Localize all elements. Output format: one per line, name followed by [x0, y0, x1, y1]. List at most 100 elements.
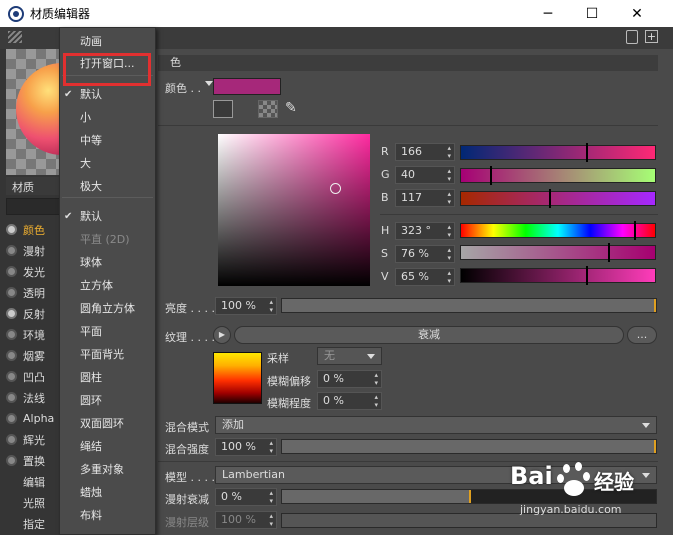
channel-toggle-radio[interactable] — [6, 329, 17, 340]
texture-more-button[interactable]: ... — [627, 326, 657, 344]
color-label: 颜色 . . — [165, 82, 201, 95]
menu-item[interactable]: 平面背光 — [60, 343, 155, 366]
menu-item[interactable]: 中等 — [60, 129, 155, 152]
menu-item[interactable]: 绳结 — [60, 435, 155, 458]
menu-item[interactable]: 立方体 — [60, 274, 155, 297]
menu-item[interactable]: 布料 — [60, 504, 155, 527]
h-input[interactable]: 323 ° — [395, 222, 455, 240]
channel-item[interactable]: 编辑 — [6, 471, 66, 492]
r-slider-handle[interactable] — [586, 143, 588, 162]
menu-item[interactable]: 小 — [60, 106, 155, 129]
texture-shader-button[interactable]: 衰减 — [234, 326, 624, 344]
color-picker-mode-icon[interactable] — [213, 100, 233, 118]
g-slider-handle[interactable] — [490, 166, 492, 185]
minimize-button[interactable]: ─ — [525, 0, 571, 27]
channel-toggle-radio[interactable] — [6, 371, 17, 382]
v-label: V — [381, 270, 389, 283]
b-slider[interactable] — [460, 189, 656, 208]
menu-item[interactable]: 平面 — [60, 320, 155, 343]
channel-item[interactable]: 环境 — [6, 324, 66, 345]
menu-item[interactable]: 圆角立方体 — [60, 297, 155, 320]
eyedropper-icon[interactable]: ✎ — [285, 100, 305, 118]
g-input[interactable]: 40 — [395, 166, 455, 184]
divider — [380, 214, 658, 215]
close-button[interactable]: ✕ — [614, 0, 660, 27]
menu-item[interactable]: 蜡烛 — [60, 481, 155, 504]
channel-toggle-radio[interactable] — [6, 308, 17, 319]
brightness-slider[interactable] — [281, 298, 657, 313]
channel-item[interactable]: 置换 — [6, 450, 66, 471]
mix-strength-slider[interactable] — [281, 439, 657, 454]
mix-strength-input[interactable]: 100 % — [215, 438, 277, 456]
channel-item[interactable]: 发光 — [6, 261, 66, 282]
blur-scale-label: 模糊程度 — [267, 397, 311, 410]
h-slider-handle[interactable] — [634, 221, 636, 240]
menu-item[interactable]: ✔ 默认 — [60, 205, 155, 228]
menu-item[interactable]: 圆环 — [60, 389, 155, 412]
v-slider-handle[interactable] — [586, 266, 588, 285]
menu-item[interactable]: 极大 — [60, 175, 155, 198]
material-name-field[interactable] — [6, 198, 66, 215]
channel-item[interactable]: 烟雾 — [6, 345, 66, 366]
channel-item[interactable]: 光照 — [6, 492, 66, 513]
menu-item[interactable]: 球体 — [60, 251, 155, 274]
channel-item[interactable]: Alpha — [6, 408, 66, 429]
channel-item[interactable]: 颜色 — [6, 219, 66, 240]
v-slider[interactable] — [460, 266, 656, 285]
g-slider[interactable] — [460, 166, 656, 185]
r-input[interactable]: 166 — [395, 143, 455, 161]
attributes-panel — [155, 49, 673, 535]
r-slider[interactable] — [460, 143, 656, 162]
channel-item[interactable]: 指定 — [6, 513, 66, 534]
blur-offset-input[interactable]: 0 % — [317, 370, 382, 388]
channel-toggle-radio[interactable] — [6, 287, 17, 298]
menu-item[interactable]: 大 — [60, 152, 155, 175]
channel-item[interactable]: 法线 — [6, 387, 66, 408]
lock-icon[interactable] — [626, 30, 638, 44]
channel-toggle-radio[interactable] — [6, 434, 17, 445]
mix-mode-select[interactable]: 添加 — [215, 416, 657, 434]
menu-item[interactable]: ✔ 默认 — [60, 83, 155, 106]
watermark-brand: Bai — [510, 462, 553, 490]
channel-item[interactable]: 透明 — [6, 282, 66, 303]
color-swatch[interactable] — [213, 78, 281, 95]
menu-item[interactable]: 圆柱 — [60, 366, 155, 389]
channel-toggle-radio[interactable] — [6, 350, 17, 361]
b-input[interactable]: 117 — [395, 189, 455, 207]
v-input[interactable]: 65 % — [395, 268, 455, 286]
channel-item[interactable]: 凹凸 — [6, 366, 66, 387]
channel-item[interactable]: 辉光 — [6, 429, 66, 450]
brightness-input[interactable]: 100 % — [215, 297, 277, 315]
channel-item[interactable]: 反射 — [6, 303, 66, 324]
color-mode-dropdown-icon[interactable] — [205, 81, 213, 86]
diffuse-falloff-input[interactable]: 0 % — [215, 488, 277, 506]
channel-toggle-radio[interactable] — [6, 413, 17, 424]
falloff-gradient-preview[interactable] — [213, 352, 262, 404]
saturation-value-field[interactable] — [218, 134, 370, 286]
texture-mode-icon[interactable] — [258, 100, 278, 118]
menu-item[interactable]: 动画 — [60, 30, 155, 53]
channel-toggle-radio[interactable] — [6, 224, 17, 235]
channel-item[interactable]: 漫射 — [6, 240, 66, 261]
b-slider-handle[interactable] — [549, 189, 551, 208]
channel-toggle-radio[interactable] — [6, 455, 17, 466]
menu-item[interactable]: 多重对象 — [60, 458, 155, 481]
new-panel-icon[interactable]: + — [645, 30, 658, 43]
sampling-select[interactable]: 无 — [317, 347, 382, 365]
channel-toggle-radio[interactable] — [6, 392, 17, 403]
section-header: 色 — [158, 55, 658, 71]
blur-scale-input[interactable]: 0 % — [317, 392, 382, 410]
h-slider[interactable] — [460, 221, 656, 240]
s-input[interactable]: 76 % — [395, 245, 455, 263]
diffuse-level-input[interactable]: 100 % — [215, 511, 277, 529]
color-picker-handle[interactable] — [330, 183, 341, 194]
maximize-button[interactable]: ☐ — [569, 0, 615, 27]
channel-label: 透明 — [23, 286, 45, 300]
grip-icon[interactable] — [8, 31, 22, 43]
texture-menu-arrow-icon[interactable]: ▶ — [213, 326, 231, 344]
s-slider[interactable] — [460, 243, 656, 262]
channel-toggle-radio[interactable] — [6, 266, 17, 277]
menu-item[interactable]: 双面圆环 — [60, 412, 155, 435]
s-slider-handle[interactable] — [608, 243, 610, 262]
channel-toggle-radio[interactable] — [6, 245, 17, 256]
